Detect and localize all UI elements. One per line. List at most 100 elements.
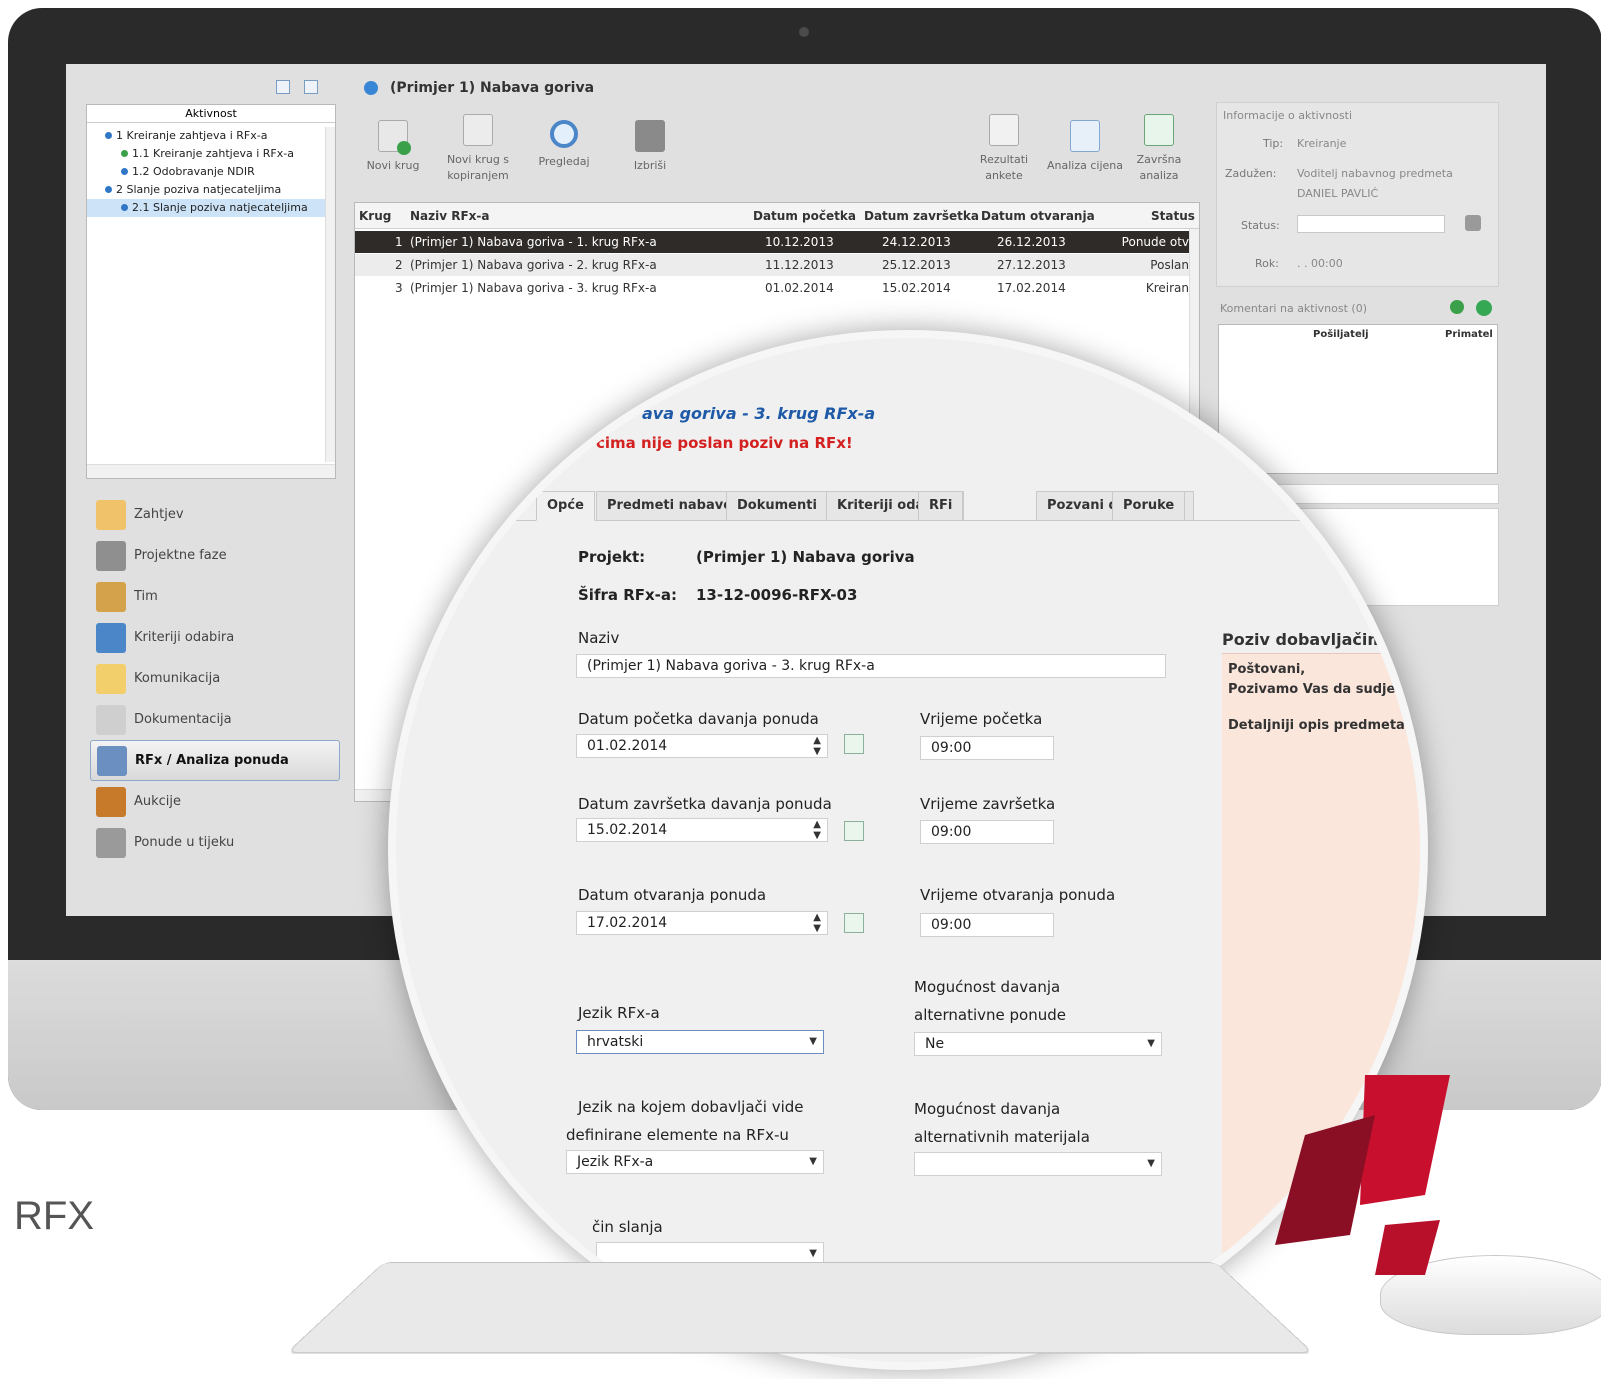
- col-datum-zavrsetka[interactable]: Datum završetka: [864, 203, 979, 229]
- nav-item[interactable]: Zahtjev: [90, 494, 340, 535]
- nav-item[interactable]: Projektne faze: [90, 535, 340, 576]
- zaduzen-name: DANIEL PAVLIĆ: [1297, 187, 1379, 200]
- pipette-icon: [96, 622, 126, 653]
- nav-item-label: Dokumentacija: [134, 712, 232, 727]
- col-naziv[interactable]: Naziv RFx-a: [410, 203, 490, 229]
- activity-tree: Aktivnost 1 Kreiranje zahtjeva i RFx-a 1.…: [86, 104, 336, 479]
- vrijeme-pocetka-field[interactable]: 09:00: [920, 736, 1054, 760]
- tree-item[interactable]: 2.1 Slanje poziva natjecateljima: [87, 199, 335, 217]
- final-analysis-icon: [1144, 114, 1174, 146]
- alt-ponuda-label-1: Mogućnost davanja: [914, 978, 1061, 996]
- spreadsheet-icon: [1070, 120, 1100, 152]
- col-krug[interactable]: Krug: [359, 203, 391, 229]
- table-cell-krug: 1: [395, 235, 403, 249]
- table-row[interactable]: 2 (Primjer 1) Nabava goriva - 2. krug RFx…: [355, 254, 1199, 276]
- table-cell-status: Poslan: [1150, 258, 1189, 272]
- status-select[interactable]: [1297, 215, 1445, 233]
- documents-icon: [96, 704, 126, 735]
- col-status[interactable]: Status: [1151, 203, 1195, 229]
- table-cell-zavrsetak: 25.12.2013: [882, 258, 951, 272]
- nav-item[interactable]: Tim: [90, 576, 340, 617]
- projekt-value: (Primjer 1) Nabava goriva: [696, 548, 915, 566]
- col-primatelj[interactable]: Primatel: [1445, 329, 1493, 340]
- preview-button[interactable]: Pregledaj: [524, 120, 604, 170]
- date-spinner-icon[interactable]: ▲ ▼: [813, 819, 821, 841]
- final-analysis-button[interactable]: Završna analiza: [1124, 114, 1194, 184]
- tree-item-label: 2 Slanje poziva natjecateljima: [116, 183, 282, 196]
- tree-item[interactable]: 2 Slanje poziva natjecateljima: [87, 181, 335, 199]
- new-round-copy-button[interactable]: Novi krug s kopiranjem: [438, 114, 518, 184]
- table-row[interactable]: 1 (Primjer 1) Nabava goriva - 1. krug RFx…: [355, 231, 1199, 253]
- jezik-label: Jezik RFx-a: [578, 1004, 660, 1022]
- status-dot-icon: [121, 168, 128, 175]
- vrijeme-zavrsetka-field[interactable]: 09:00: [920, 820, 1054, 844]
- table-cell-otvaranje: 26.12.2013: [997, 235, 1066, 249]
- date-spinner-icon[interactable]: ▲ ▼: [813, 735, 821, 757]
- table-cell-pocetak: 01.02.2014: [765, 281, 834, 295]
- nav-item[interactable]: RFx / Analiza ponuda: [90, 740, 340, 781]
- delete-button[interactable]: Izbriši: [610, 120, 690, 174]
- calendar-icon[interactable]: [844, 821, 864, 841]
- alt-ponuda-select[interactable]: Ne ▼: [914, 1032, 1162, 1056]
- calendar-icon[interactable]: [844, 734, 864, 754]
- vrijeme-otvaranja-field[interactable]: 09:00: [920, 913, 1054, 937]
- status-dot-icon: [364, 81, 378, 95]
- nav-item[interactable]: Kriteriji odabira: [90, 617, 340, 658]
- nav-item-label: Ponude u tijeku: [134, 835, 235, 850]
- info-header: Informacije o aktivnosti: [1223, 109, 1353, 122]
- tree-item[interactable]: 1.1 Kreiranje zahtjeva i RFx-a: [87, 145, 335, 163]
- nav-item[interactable]: Dokumentacija: [90, 699, 340, 740]
- users-icon[interactable]: [1465, 215, 1481, 231]
- jezik-dob-select[interactable]: Jezik RFx-a ▼: [566, 1150, 824, 1174]
- table-row[interactable]: 3 (Primjer 1) Nabava goriva - 3. krug RFx…: [355, 277, 1199, 299]
- tree-item[interactable]: 1.2 Odobravanje NDIR: [87, 163, 335, 181]
- jezik-select[interactable]: hrvatski ▼: [576, 1030, 824, 1054]
- nav-item[interactable]: Komunikacija: [90, 658, 340, 699]
- add-comment-icon[interactable]: [1476, 300, 1492, 316]
- sifra-label: Šifra RFx-a:: [578, 586, 678, 604]
- tab[interactable]: RFi: [918, 491, 964, 521]
- gavel-icon: [96, 786, 126, 817]
- page-title: (Primjer 1) Nabava goriva: [390, 80, 595, 96]
- nav-item-label: Projektne faze: [134, 548, 227, 563]
- pencil-doc-icon: [96, 499, 126, 530]
- brand-logo-icon: [1275, 1075, 1450, 1275]
- nav-item-label: RFx / Analiza ponuda: [135, 753, 289, 768]
- col-datum-pocetka[interactable]: Datum početka: [753, 203, 856, 229]
- nav-item[interactable]: Aukcije: [90, 781, 340, 822]
- col-datum-otvaranja[interactable]: Datum otvaranja: [981, 203, 1095, 229]
- tab[interactable]: Dokumenti: [726, 491, 828, 521]
- survey-results-button[interactable]: Rezultati ankete: [964, 114, 1044, 184]
- alt-mat-select[interactable]: ▼: [914, 1152, 1162, 1176]
- panel-toggle-icon[interactable]: [304, 80, 318, 94]
- nav-item[interactable]: Ponude u tijeku: [90, 822, 340, 863]
- tree-vscrollbar[interactable]: [325, 127, 335, 462]
- tree-hscrollbar[interactable]: [87, 464, 335, 478]
- status-dot-icon: [121, 150, 128, 157]
- refresh-icon[interactable]: [1450, 300, 1464, 314]
- tip-value: Kreiranje: [1297, 137, 1347, 150]
- date-spinner-icon[interactable]: ▲ ▼: [813, 912, 821, 934]
- page-title-row: (Primjer 1) Nabava goriva: [364, 80, 594, 96]
- tab[interactable]: Predmeti nabave: [596, 491, 744, 521]
- zaduzen-label: Zadužen:: [1225, 167, 1277, 180]
- price-analysis-button[interactable]: Analiza cijena: [1042, 120, 1128, 174]
- tree-item-label: 2.1 Slanje poziva natjecateljima: [132, 201, 308, 214]
- pocetak-date-field[interactable]: 01.02.2014 ▲ ▼: [576, 734, 828, 758]
- dropdown-arrow-icon: ▼: [809, 1156, 817, 1167]
- new-round-button[interactable]: Novi krug: [353, 120, 433, 174]
- table-cell-zavrsetak: 15.02.2014: [882, 281, 951, 295]
- naziv-field[interactable]: (Primjer 1) Nabava goriva - 3. krug RFx-…: [576, 654, 1166, 678]
- zavrsetak-label: Datum završetka davanja ponuda: [578, 795, 832, 813]
- nav-item-label: Komunikacija: [134, 671, 221, 686]
- status-dot-icon: [105, 132, 112, 139]
- tree-view-icon[interactable]: [276, 80, 290, 94]
- tab[interactable]: Opće: [536, 491, 595, 521]
- calendar-icon[interactable]: [844, 913, 864, 933]
- dropdown-arrow-icon: ▼: [1147, 1038, 1155, 1049]
- tab[interactable]: Poruke: [1112, 491, 1186, 521]
- otvaranje-date-field[interactable]: 17.02.2014 ▲ ▼: [576, 911, 828, 935]
- tree-item-label: 1.1 Kreiranje zahtjeva i RFx-a: [132, 147, 294, 160]
- tree-item[interactable]: 1 Kreiranje zahtjeva i RFx-a: [87, 127, 335, 145]
- zavrsetak-date-field[interactable]: 15.02.2014 ▲ ▼: [576, 818, 828, 842]
